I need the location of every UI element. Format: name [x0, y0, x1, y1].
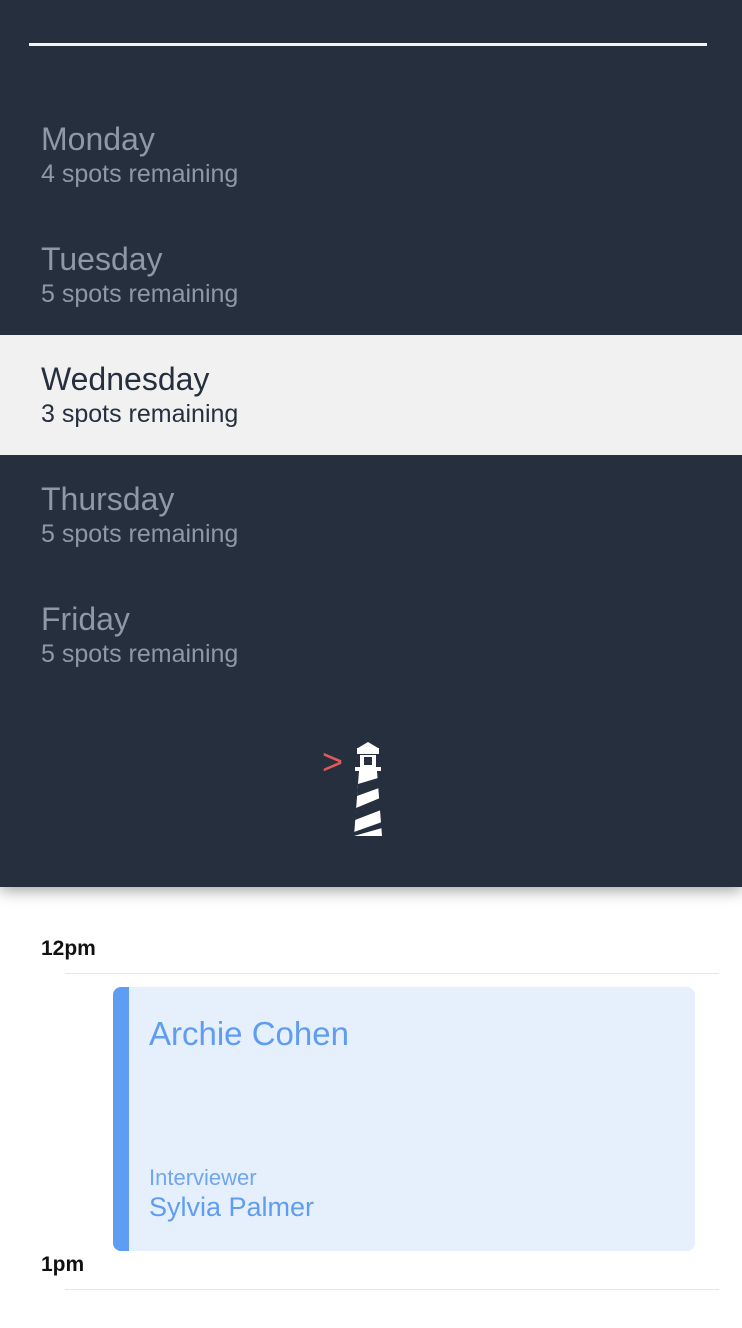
event-candidate-name: Archie Cohen	[149, 1015, 349, 1052]
day-name: Friday	[41, 601, 130, 637]
event-interviewer-name: Sylvia Palmer	[149, 1192, 315, 1222]
day-spots-remaining: 5 spots remaining	[41, 520, 239, 548]
drawer-top-rule	[29, 43, 707, 46]
day-name: Monday	[41, 121, 155, 157]
day-name: Wednesday	[41, 361, 210, 397]
event-role-label: Interviewer	[149, 1165, 257, 1190]
schedule-view: 12pm Archie Cohen Interviewer Sylvia Pal…	[0, 887, 742, 1328]
event-accent-bar	[113, 987, 129, 1251]
day-item-tuesday[interactable]: Tuesday 5 spots remaining	[0, 215, 742, 335]
prompt-glyph: >	[322, 741, 343, 782]
day-item-thursday[interactable]: Thursday 5 spots remaining	[0, 455, 742, 575]
day-spots-remaining: 5 spots remaining	[41, 640, 239, 668]
day-item-wednesday[interactable]: Wednesday 3 spots remaining	[0, 335, 742, 455]
day-picker-drawer: Monday 4 spots remaining Tuesday 5 spots…	[0, 0, 742, 887]
hour-divider	[65, 973, 719, 974]
day-spots-remaining: 4 spots remaining	[41, 160, 239, 188]
day-item-monday[interactable]: Monday 4 spots remaining	[0, 95, 742, 215]
day-list: Monday 4 spots remaining Tuesday 5 spots…	[0, 95, 742, 695]
day-item-friday[interactable]: Friday 5 spots remaining	[0, 575, 742, 695]
day-spots-remaining: 3 spots remaining	[41, 400, 239, 428]
day-name: Tuesday	[41, 241, 163, 277]
time-label-12pm: 12pm	[41, 937, 96, 960]
day-name: Thursday	[41, 481, 175, 517]
time-label-1pm: 1pm	[41, 1253, 85, 1276]
day-spots-remaining: 5 spots remaining	[41, 280, 239, 308]
lighthouse-icon: >	[322, 741, 382, 836]
interview-event-card[interactable]: Archie Cohen Interviewer Sylvia Palmer	[113, 987, 695, 1251]
hour-divider	[65, 1289, 719, 1290]
